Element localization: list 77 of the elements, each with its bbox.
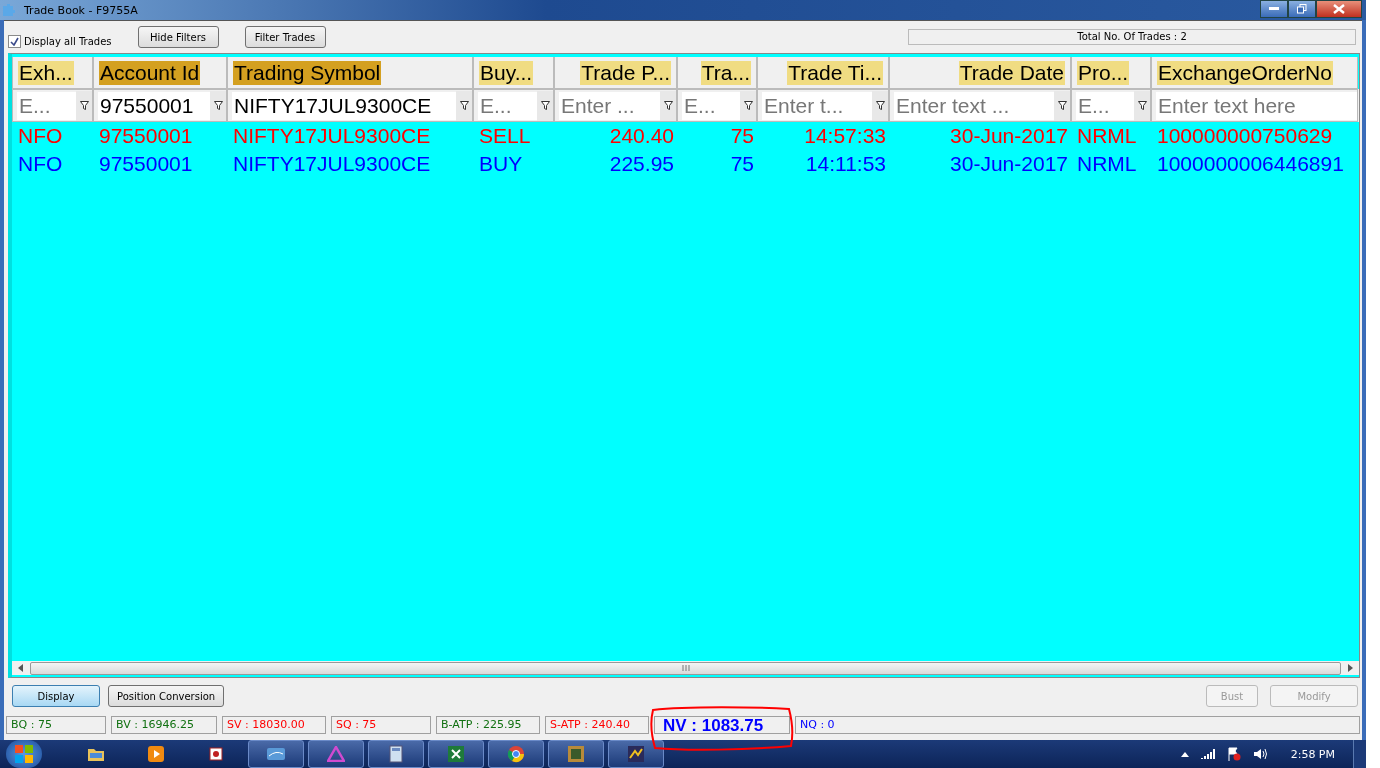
app-icon: [208, 746, 224, 762]
status-field: BV : 16946.25: [111, 716, 217, 734]
windows-logo-icon: [14, 744, 34, 764]
action-button[interactable]: Position Conversion: [108, 685, 225, 707]
toolbar-button[interactable]: Filter Trades: [244, 26, 326, 48]
close-button[interactable]: [1316, 0, 1362, 18]
window-icon: [266, 747, 286, 761]
triangle-icon: [327, 746, 345, 762]
table-cell-text: 240.40: [608, 124, 675, 148]
speaker-icon[interactable]: [1252, 748, 1267, 760]
show-desktop-button[interactable]: [1353, 740, 1366, 768]
column-header[interactable]: Tra...: [677, 57, 757, 89]
column-header[interactable]: Trade Ti...: [757, 57, 889, 89]
chart-icon: [627, 745, 645, 763]
toolbar-button[interactable]: Hide Filters: [137, 26, 219, 48]
column-header[interactable]: Pro...: [1071, 57, 1151, 89]
column-header[interactable]: Trade Date: [889, 57, 1071, 89]
table-cell-text: NIFTY17JUL9300CE: [232, 124, 432, 148]
signal-icon[interactable]: [1200, 748, 1215, 760]
trade-count: Total No. Of Trades : 2: [908, 29, 1356, 45]
status-field: SV : 18030.00: [222, 716, 326, 734]
puzzle-icon: [2, 3, 18, 17]
table-cell-text: NFO: [17, 124, 64, 148]
start-button[interactable]: [6, 740, 42, 768]
folder-icon: [87, 746, 105, 762]
status-field: BQ : 75: [6, 716, 106, 734]
action-button[interactable]: Display: [12, 685, 100, 707]
table-cell-text: SELL: [478, 124, 532, 148]
status-field: NQ : 0: [795, 716, 1360, 734]
taskbar-button[interactable]: [488, 740, 544, 768]
column-header[interactable]: Account Id: [93, 57, 227, 89]
minimize-icon: [1269, 7, 1279, 11]
table-cell-text: 97550001: [98, 124, 194, 148]
table-cell-text: 75: [729, 124, 755, 148]
table-cell-text: 30-Jun-2017: [949, 124, 1069, 148]
restore-icon: [1297, 4, 1307, 14]
status-field: B-ATP : 225.95: [436, 716, 540, 734]
check-icon: [10, 36, 19, 46]
clock[interactable]: 2:58 PM: [1290, 747, 1335, 761]
table-cell-text: 225.95: [608, 152, 675, 176]
picture-icon: [567, 745, 585, 763]
table-cell-text: 75: [729, 152, 755, 176]
minimize-button[interactable]: [1260, 0, 1288, 18]
table-cell-text: NIFTY17JUL9300CE: [232, 152, 432, 176]
scroll-right-icon: [1347, 664, 1353, 672]
window-title: Trade Book - F9755A: [24, 3, 138, 17]
table-cell-text: NRML: [1076, 124, 1138, 148]
column-header[interactable]: Trade P...: [554, 57, 677, 89]
table-cell-text: 30-Jun-2017: [949, 152, 1069, 176]
status-field: S-ATP : 240.40: [545, 716, 649, 734]
table-cell-text: BUY: [478, 152, 524, 176]
spreadsheet-icon: [447, 745, 465, 763]
taskbar-button[interactable]: [368, 740, 424, 768]
taskbar-button[interactable]: [428, 740, 484, 768]
restore-button[interactable]: [1288, 0, 1316, 18]
column-header[interactable]: Exh...: [12, 57, 93, 89]
play-icon: [147, 745, 165, 763]
table-cell-text: NRML: [1076, 152, 1138, 176]
table-cell-text: 14:11:53: [804, 152, 887, 176]
browser-icon: [507, 745, 525, 763]
table-cell-text: NFO: [17, 152, 64, 176]
checkbox[interactable]: [8, 34, 21, 48]
table-cell-text: 1000000006446891: [1156, 152, 1345, 176]
close-icon: [1333, 4, 1345, 14]
show-hidden-icons-icon[interactable]: [1180, 751, 1189, 757]
grip-icon: [681, 665, 690, 671]
flag-icon[interactable]: [1226, 747, 1241, 761]
scroll-left-icon: [18, 664, 24, 672]
status-field: SQ : 75: [331, 716, 431, 734]
column-header[interactable]: Trading Symbol: [227, 57, 473, 89]
column-header[interactable]: Buy...: [473, 57, 554, 89]
table-cell-text: 97550001: [98, 152, 194, 176]
checkbox-label: Display all Trades: [24, 35, 112, 47]
table-cell-text: 14:57:33: [803, 124, 887, 148]
calculator-icon: [389, 745, 403, 763]
table-cell-text: 100000000750629: [1156, 124, 1334, 148]
column-header[interactable]: ExchangeOrderNo: [1151, 57, 1358, 89]
